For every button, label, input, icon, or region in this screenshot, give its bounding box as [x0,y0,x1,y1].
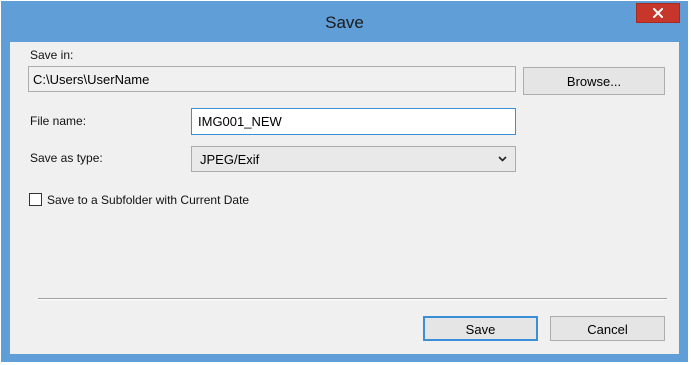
save-dialog: Save Save in: C:\Users\UserName Browse..… [1,1,688,362]
footer-divider [38,298,667,300]
save-in-label: Save in: [30,48,74,62]
save-in-path-field: C:\Users\UserName [28,66,516,92]
close-icon [653,8,663,18]
title-bar[interactable]: Save [2,2,687,42]
save-as-type-label: Save as type: [30,151,103,165]
chevron-down-icon [498,156,507,162]
subfolder-checkbox[interactable] [29,193,42,206]
close-button[interactable] [636,3,680,23]
file-name-label: File name: [30,114,87,128]
subfolder-checkbox-label[interactable]: Save to a Subfolder with Current Date [47,193,249,207]
save-button[interactable]: Save [423,316,538,341]
dialog-body: Save in: C:\Users\UserName Browse... Fil… [10,42,679,354]
save-as-type-value: JPEG/Exif [200,152,260,167]
cancel-button[interactable]: Cancel [550,316,665,341]
save-as-type-select[interactable]: JPEG/Exif [191,146,516,172]
dialog-title: Save [325,13,364,32]
browse-button[interactable]: Browse... [523,67,665,95]
file-name-input[interactable] [191,108,516,135]
